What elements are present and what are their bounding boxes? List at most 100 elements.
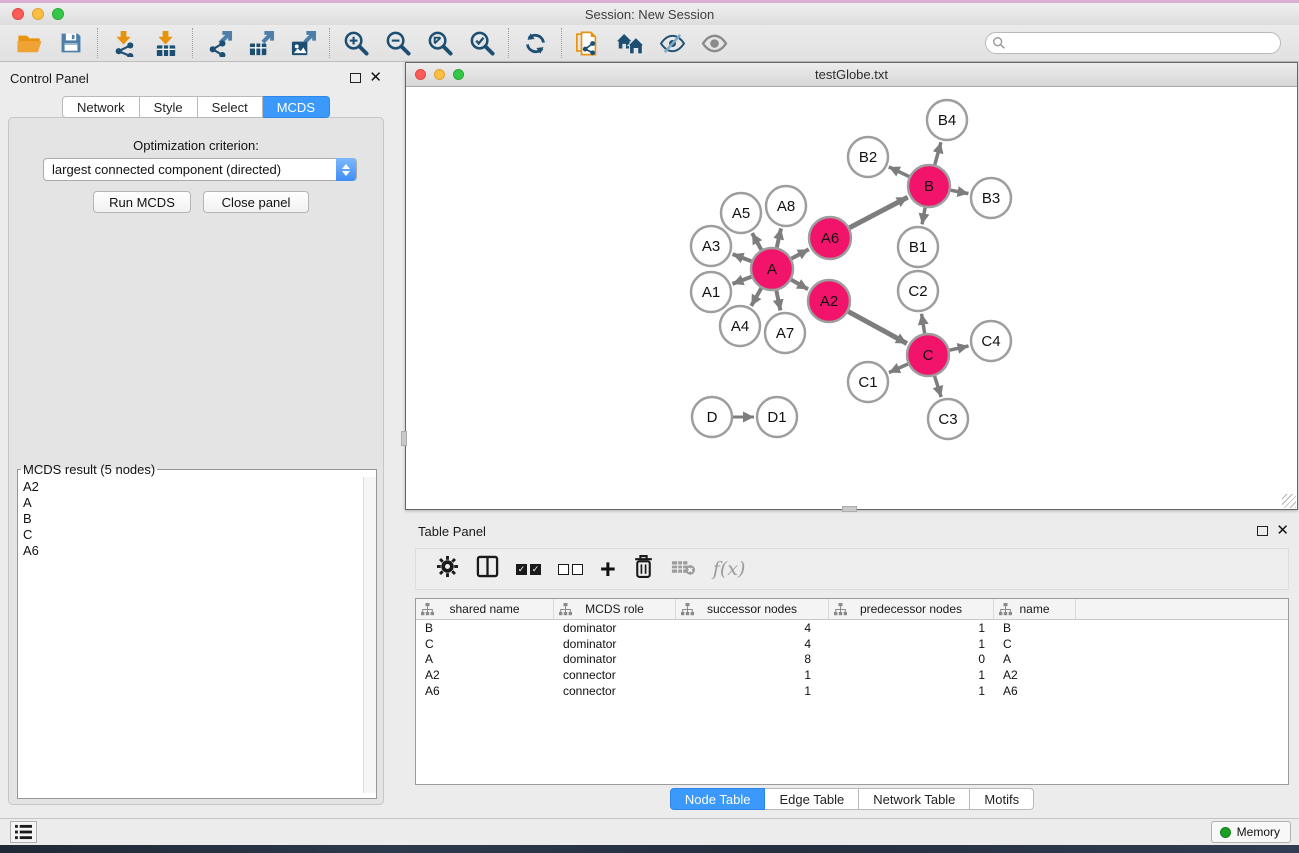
column-header-name[interactable]: name [994, 599, 1076, 619]
window-resize-grip[interactable] [1282, 494, 1296, 508]
edge-A-A7[interactable] [776, 291, 780, 311]
edge-A6-B[interactable] [849, 197, 907, 228]
edge-A-A8[interactable] [777, 228, 781, 247]
node-label-D1: D1 [767, 409, 786, 426]
run-mcds-button[interactable]: Run MCDS [93, 191, 191, 213]
float-panel-icon[interactable] [350, 73, 361, 83]
memory-button[interactable]: Memory [1211, 821, 1291, 843]
tab-network-table[interactable]: Network Table [859, 788, 970, 810]
table-cell: dominator [554, 637, 676, 651]
table-cell: A2 [994, 668, 1076, 682]
mcds-result-item[interactable]: C [23, 527, 376, 543]
select-all-button[interactable]: ✓✓ [516, 564, 541, 575]
table-cell: A2 [416, 668, 554, 682]
split-handle-left[interactable] [401, 431, 407, 446]
deselect-all-button[interactable] [558, 564, 583, 575]
close-panel-button[interactable]: Close panel [203, 191, 309, 213]
column-header-successor-nodes[interactable]: successor nodes [676, 599, 829, 619]
zoom-selected-button[interactable] [461, 27, 503, 59]
edge-C-C2[interactable] [922, 314, 925, 334]
float-table-panel-icon[interactable] [1257, 526, 1268, 536]
search-input[interactable] [985, 32, 1281, 54]
table-row[interactable]: Adominator80A [416, 651, 1288, 667]
column-header-predecessor-nodes[interactable]: predecessor nodes [829, 599, 994, 619]
node-label-A6: A6 [821, 230, 839, 247]
tab-edge-table[interactable]: Edge Table [765, 788, 859, 810]
edge-C-C4[interactable] [949, 346, 968, 350]
edge-A-A4[interactable] [751, 288, 761, 306]
task-history-button[interactable] [10, 821, 37, 843]
tab-mcds[interactable]: MCDS [263, 96, 330, 118]
mcds-result-item[interactable]: B [23, 511, 376, 527]
table-row[interactable]: Cdominator41C [416, 636, 1288, 652]
edge-A-A6[interactable] [791, 249, 808, 258]
add-column-button[interactable]: + [600, 559, 616, 579]
new-network-from-file-button[interactable] [567, 27, 609, 59]
toolbar-separator [97, 28, 98, 58]
tab-motifs[interactable]: Motifs [970, 788, 1034, 810]
edge-A-A5[interactable] [752, 233, 761, 250]
table-settings-button[interactable] [436, 555, 459, 583]
edge-B-B3[interactable] [951, 190, 969, 193]
refresh-button[interactable] [514, 27, 556, 59]
zoom-out-button[interactable] [377, 27, 419, 59]
edge-B-B2[interactable] [889, 167, 909, 177]
tab-style[interactable]: Style [140, 96, 198, 118]
network-canvas[interactable]: B4B2BB3A8A5A6A3B1AA1C2A2A4A7C4CC1C3DD1 [406, 87, 1297, 509]
delete-column-button[interactable] [633, 554, 654, 584]
edge-C-C3[interactable] [935, 376, 942, 397]
tab-node-table[interactable]: Node Table [670, 788, 766, 810]
edge-A-A1[interactable] [733, 277, 752, 284]
split-handle-bottom[interactable] [842, 506, 857, 512]
import-table-button[interactable] [145, 27, 187, 59]
zoom-fit-button[interactable] [419, 27, 461, 59]
open-file-button[interactable] [8, 27, 50, 59]
mcds-result-item[interactable]: A2 [23, 479, 376, 495]
delete-table-icon [671, 558, 696, 576]
table-row[interactable]: Bdominator41B [416, 620, 1288, 636]
mcds-result-list[interactable]: A2ABCA6 [18, 477, 376, 793]
close-table-panel-icon[interactable]: ✕ [1276, 526, 1289, 536]
tab-select[interactable]: Select [198, 96, 263, 118]
table-cell: dominator [554, 621, 676, 635]
show-columns-button[interactable] [476, 555, 499, 583]
mcds-result-item[interactable]: A6 [23, 543, 376, 559]
network-window-titlebar[interactable]: testGlobe.txt [406, 63, 1297, 87]
search-icon [992, 36, 1006, 50]
export-network-button[interactable] [198, 27, 240, 59]
edge-A-A2[interactable] [791, 280, 808, 289]
edge-B-B1[interactable] [922, 208, 925, 225]
tab-network[interactable]: Network [62, 96, 140, 118]
show-all-button[interactable] [609, 27, 651, 59]
column-header-label: shared name [449, 602, 519, 616]
mcds-result-item[interactable]: A [23, 495, 376, 511]
edge-A2-C[interactable] [848, 312, 907, 344]
column-header-shared-name[interactable]: shared name [416, 599, 554, 619]
node-label-C1: C1 [858, 374, 877, 391]
control-panel-header: Control Panel ✕ [0, 65, 392, 91]
optimization-dropdown[interactable]: largest connected component (directed) [43, 158, 357, 181]
export-table-button[interactable] [240, 27, 282, 59]
edge-B-B4[interactable] [935, 142, 941, 165]
hide-selected-button[interactable] [651, 27, 693, 59]
mcds-result-title: MCDS result (5 nodes) [21, 462, 157, 477]
save-session-button[interactable] [50, 27, 92, 59]
show-selected-button[interactable] [693, 27, 735, 59]
table-row[interactable]: A6connector11A6 [416, 683, 1288, 699]
mcds-list-scrollbar[interactable] [363, 477, 376, 793]
edge-A-A3[interactable] [733, 254, 752, 261]
unchecked-box-icon [572, 564, 583, 575]
memory-label: Memory [1237, 825, 1280, 839]
import-network-button[interactable] [103, 27, 145, 59]
close-panel-icon[interactable]: ✕ [369, 73, 382, 83]
gear-icon [436, 555, 459, 578]
delete-table-button[interactable] [671, 558, 696, 581]
zoom-fit-icon [427, 30, 454, 57]
function-builder-button[interactable]: f(x) [713, 558, 746, 580]
column-header-MCDS-role[interactable]: MCDS role [554, 599, 676, 619]
export-image-button[interactable] [282, 27, 324, 59]
zoom-in-button[interactable] [335, 27, 377, 59]
edge-C-C1[interactable] [889, 364, 908, 373]
table-row[interactable]: A2connector11A2 [416, 667, 1288, 683]
control-panel-title: Control Panel [10, 71, 89, 86]
